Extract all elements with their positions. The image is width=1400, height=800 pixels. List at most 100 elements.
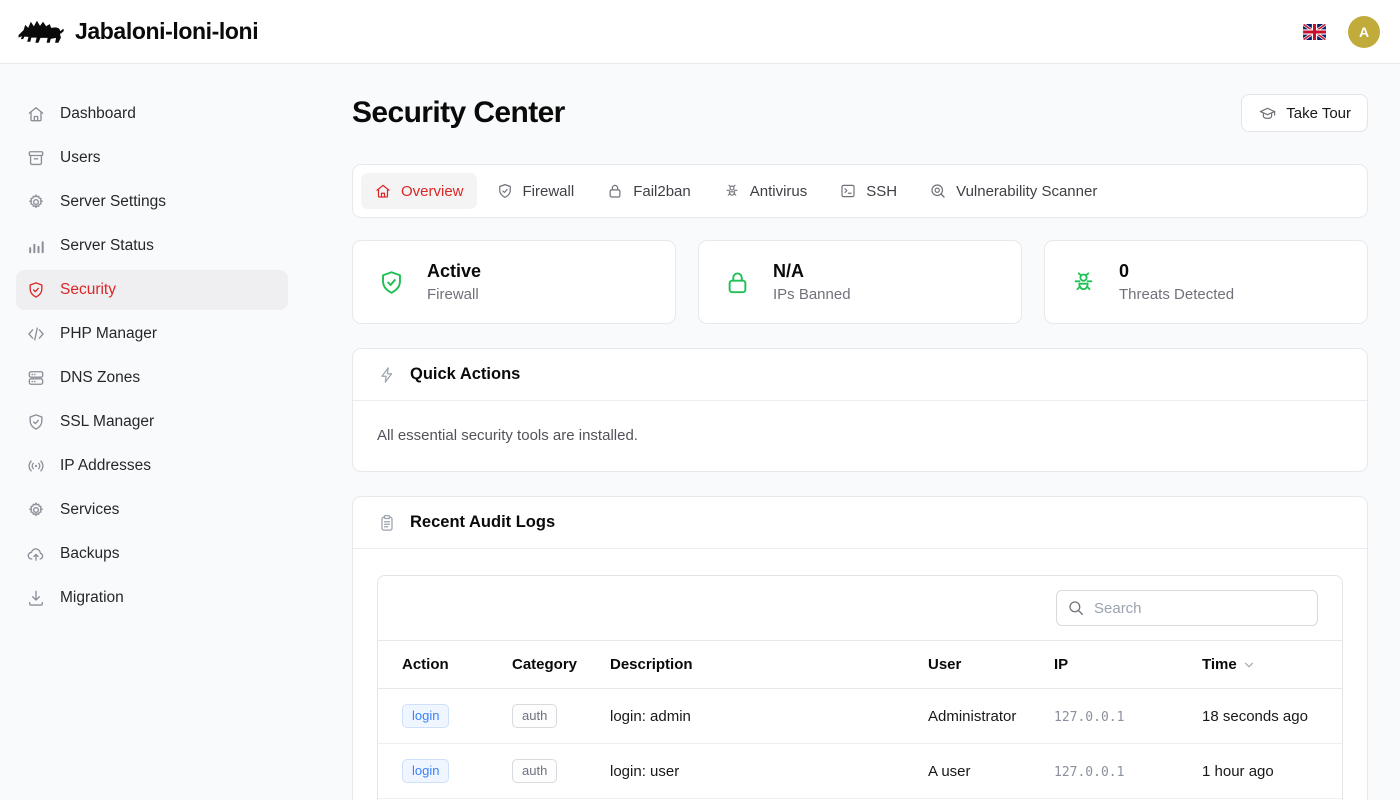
stat-label: Firewall [427, 284, 481, 305]
bug-icon [1069, 268, 1098, 297]
log-ip: 127.0.0.1 [1054, 710, 1124, 725]
tab-vulnerability-scanner[interactable]: Vulnerability Scanner [916, 173, 1110, 209]
lock-icon [723, 268, 752, 297]
audit-logs-table-card: Action Category Description User IP Time [377, 575, 1343, 800]
lock-icon [606, 182, 624, 200]
take-tour-button[interactable]: Take Tour [1241, 94, 1368, 132]
sidebar-item-label: Backups [60, 545, 119, 563]
scanner-icon [929, 182, 947, 200]
stat-label: IPs Banned [773, 284, 851, 305]
table-row: login auth login: admin Administrator 12… [378, 689, 1342, 744]
quick-actions-section: Quick Actions All essential security too… [352, 348, 1368, 472]
shield-check-icon [26, 280, 46, 300]
sidebar-item-label: IP Addresses [60, 457, 151, 475]
download-icon [26, 588, 46, 608]
threats-detected-card: 0 Threats Detected [1044, 240, 1368, 324]
firewall-status-card: Active Firewall [352, 240, 676, 324]
sidebar-item-services[interactable]: Services [16, 490, 288, 530]
stat-label: Threats Detected [1119, 284, 1234, 305]
app-brand[interactable]: Jabaloni-loni-loni [16, 15, 258, 48]
log-time: 1 hour ago [1178, 744, 1342, 799]
category-badge: auth [512, 704, 557, 728]
security-tabs: Overview Firewall Fail2ban Antivirus SSH… [352, 164, 1368, 218]
sidebar-item-label: SSL Manager [60, 413, 154, 431]
sort-by-time[interactable]: Time [1202, 656, 1256, 673]
top-header: Jabaloni-loni-loni A [0, 0, 1400, 64]
log-description: login: admin [586, 689, 904, 744]
table-header-row: Action Category Description User IP Time [378, 641, 1342, 689]
column-header-category: Category [488, 641, 586, 689]
sidebar-item-label: Server Status [60, 237, 154, 255]
chevron-down-icon [1242, 658, 1256, 672]
sidebar-item-server-settings[interactable]: Server Settings [16, 182, 288, 222]
column-header-action: Action [378, 641, 488, 689]
clipboard-icon [377, 513, 397, 533]
shield-check-icon [26, 412, 46, 432]
bug-icon [723, 182, 741, 200]
log-user: A user [904, 744, 1030, 799]
shield-check-icon [377, 268, 406, 297]
sidebar-item-label: DNS Zones [60, 369, 140, 387]
sidebar-item-dns-zones[interactable]: DNS Zones [16, 358, 288, 398]
user-avatar[interactable]: A [1348, 16, 1380, 48]
log-description: login: user [586, 744, 904, 799]
sidebar-item-server-status[interactable]: Server Status [16, 226, 288, 266]
home-icon [26, 104, 46, 124]
tab-fail2ban[interactable]: Fail2ban [593, 173, 704, 209]
ips-banned-card: N/A IPs Banned [698, 240, 1022, 324]
sidebar-item-migration[interactable]: Migration [16, 578, 288, 618]
quick-actions-message: All essential security tools are install… [377, 427, 638, 444]
bar-chart-icon [26, 236, 46, 256]
sidebar-item-ssl-manager[interactable]: SSL Manager [16, 402, 288, 442]
tab-ssh[interactable]: SSH [826, 173, 910, 209]
server-stack-icon [26, 368, 46, 388]
stat-value: Active [427, 259, 481, 283]
stat-value: 0 [1119, 259, 1234, 283]
graduation-cap-icon [1258, 104, 1277, 123]
sidebar-item-backups[interactable]: Backups [16, 534, 288, 574]
gear-icon [26, 500, 46, 520]
section-title: Quick Actions [410, 365, 520, 384]
users-box-icon [26, 148, 46, 168]
category-badge: auth [512, 759, 557, 783]
shield-check-icon [496, 182, 514, 200]
sidebar-item-label: Server Settings [60, 193, 166, 211]
sidebar-item-label: Services [60, 501, 119, 519]
sidebar-item-security[interactable]: Security [16, 270, 288, 310]
action-badge: login [402, 704, 449, 728]
column-header-time: Time [1178, 641, 1342, 689]
column-header-user: User [904, 641, 1030, 689]
stat-value: N/A [773, 259, 851, 283]
sidebar-item-php-manager[interactable]: PHP Manager [16, 314, 288, 354]
action-badge: login [402, 759, 449, 783]
sidebar-item-ip-addresses[interactable]: IP Addresses [16, 446, 288, 486]
sidebar: Dashboard Users Server Settings Server S… [0, 64, 304, 800]
sidebar-item-label: Dashboard [60, 105, 136, 123]
terminal-square-icon [839, 182, 857, 200]
gear-icon [26, 192, 46, 212]
tab-firewall[interactable]: Firewall [483, 173, 588, 209]
cloud-upload-icon [26, 544, 46, 564]
column-header-description: Description [586, 641, 904, 689]
log-ip: 127.0.0.1 [1054, 765, 1124, 780]
sidebar-item-dashboard[interactable]: Dashboard [16, 94, 288, 134]
page-title: Security Center [352, 95, 565, 131]
search-input[interactable] [1056, 590, 1318, 626]
column-header-ip: IP [1030, 641, 1178, 689]
tab-overview[interactable]: Overview [361, 173, 477, 209]
sidebar-item-users[interactable]: Users [16, 138, 288, 178]
broadcast-icon [26, 456, 46, 476]
lightning-bolt-icon [377, 365, 397, 385]
log-time: 18 seconds ago [1178, 689, 1342, 744]
table-row: login auth login: user A user 127.0.0.1 … [378, 744, 1342, 799]
home-icon [374, 182, 392, 200]
code-icon [26, 324, 46, 344]
section-title: Recent Audit Logs [410, 513, 555, 532]
app-title: Jabaloni-loni-loni [75, 18, 258, 45]
tab-antivirus[interactable]: Antivirus [710, 173, 821, 209]
boar-logo-icon [16, 15, 65, 48]
language-flag-icon[interactable] [1303, 24, 1326, 40]
sidebar-item-label: Migration [60, 589, 124, 607]
audit-logs-section: Recent Audit Logs [352, 496, 1368, 800]
sidebar-item-label: Users [60, 149, 100, 167]
